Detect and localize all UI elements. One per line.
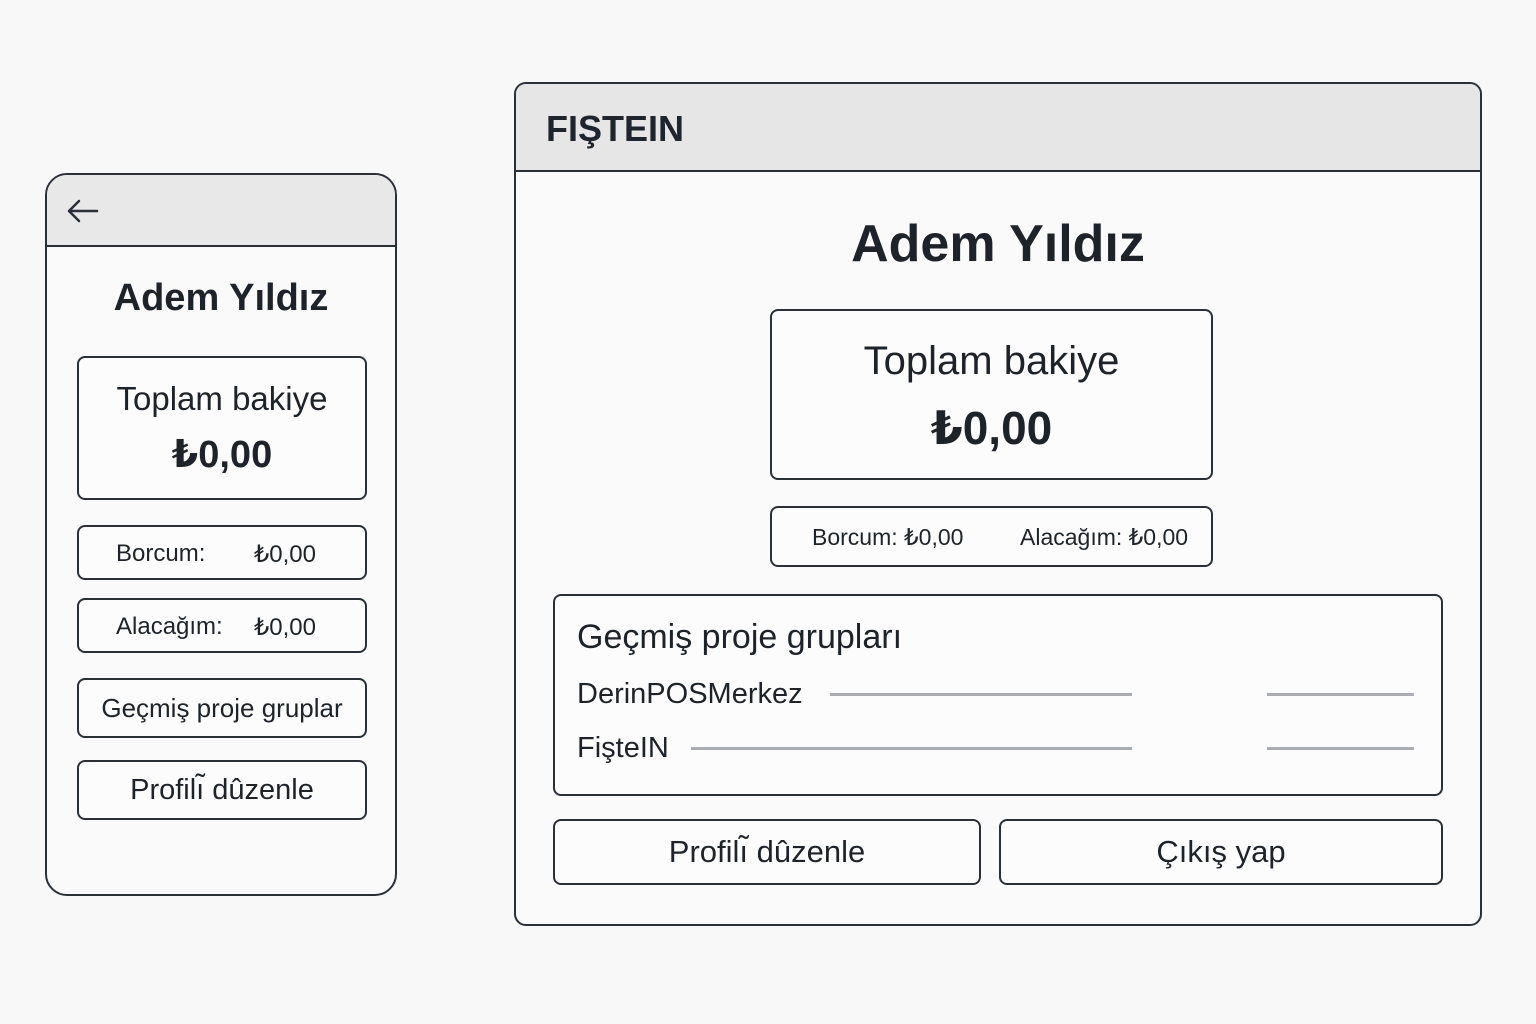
edit-profile-button[interactable]: Profilı̃ dûzenle — [553, 819, 981, 885]
total-balance-amount: ₺0,00 — [171, 434, 273, 476]
debt-label: Borcum: — [116, 540, 206, 567]
total-balance-label: Toplam bakiye — [116, 380, 328, 417]
app-title: FIŞTEIN — [546, 108, 685, 149]
logout-button[interactable]: Çıkış yap — [999, 819, 1443, 885]
project-group-item[interactable]: DerinPOSMerkez — [577, 678, 803, 711]
debt-summary: Borcum: ₺0,00 — [812, 524, 964, 550]
project-history-button[interactable]: Geçmiş proje gruplar — [77, 678, 367, 738]
arrow-left-icon[interactable] — [65, 199, 99, 223]
app-titlebar: FIŞTEIN — [516, 84, 1480, 172]
debt-receivable-summary: Borcum: ₺0,00 Alacağım: ₺0,00 — [770, 506, 1213, 567]
project-groups-panel: Geçmiş proje grupları DerinPOSMerkez Fiş… — [553, 594, 1443, 796]
desktop-window: FIŞTEIN Adem Yıldız Toplam bakiye ₺0,00 … — [514, 82, 1482, 926]
user-name: Adem Yıldız — [113, 277, 329, 319]
total-balance-card: Toplam bakiye ₺0,00 — [770, 309, 1213, 480]
receivable-label: Alacağım: — [116, 613, 223, 640]
project-group-item[interactable]: FişteIN — [577, 732, 669, 765]
total-balance-card: Toplam bakiye ₺0,00 — [77, 356, 367, 500]
placeholder-line — [691, 747, 1132, 750]
project-groups-title: Geçmiş proje grupları — [577, 618, 903, 656]
total-balance-amount: ₺0,00 — [930, 402, 1053, 454]
user-name: Adem Yıldız — [851, 215, 1145, 273]
receivable-row: Alacağım: ₺0,00 — [77, 598, 367, 653]
placeholder-line — [1267, 693, 1414, 696]
receivable-summary: Alacağım: ₺0,00 — [1020, 524, 1189, 550]
debt-amount: ₺0,00 — [254, 541, 316, 568]
mobile-screen: Adem Yıldız Toplam bakiye ₺0,00 Borcum: … — [45, 173, 397, 896]
placeholder-line — [830, 693, 1132, 696]
debt-row: Borcum: ₺0,00 — [77, 525, 367, 580]
receivable-amount: ₺0,00 — [254, 614, 316, 641]
total-balance-label: Toplam bakiye — [863, 339, 1120, 383]
placeholder-line — [1267, 747, 1414, 750]
mobile-topbar — [47, 175, 395, 247]
edit-profile-button[interactable]: Profilı̃ dûzenle — [77, 760, 367, 820]
